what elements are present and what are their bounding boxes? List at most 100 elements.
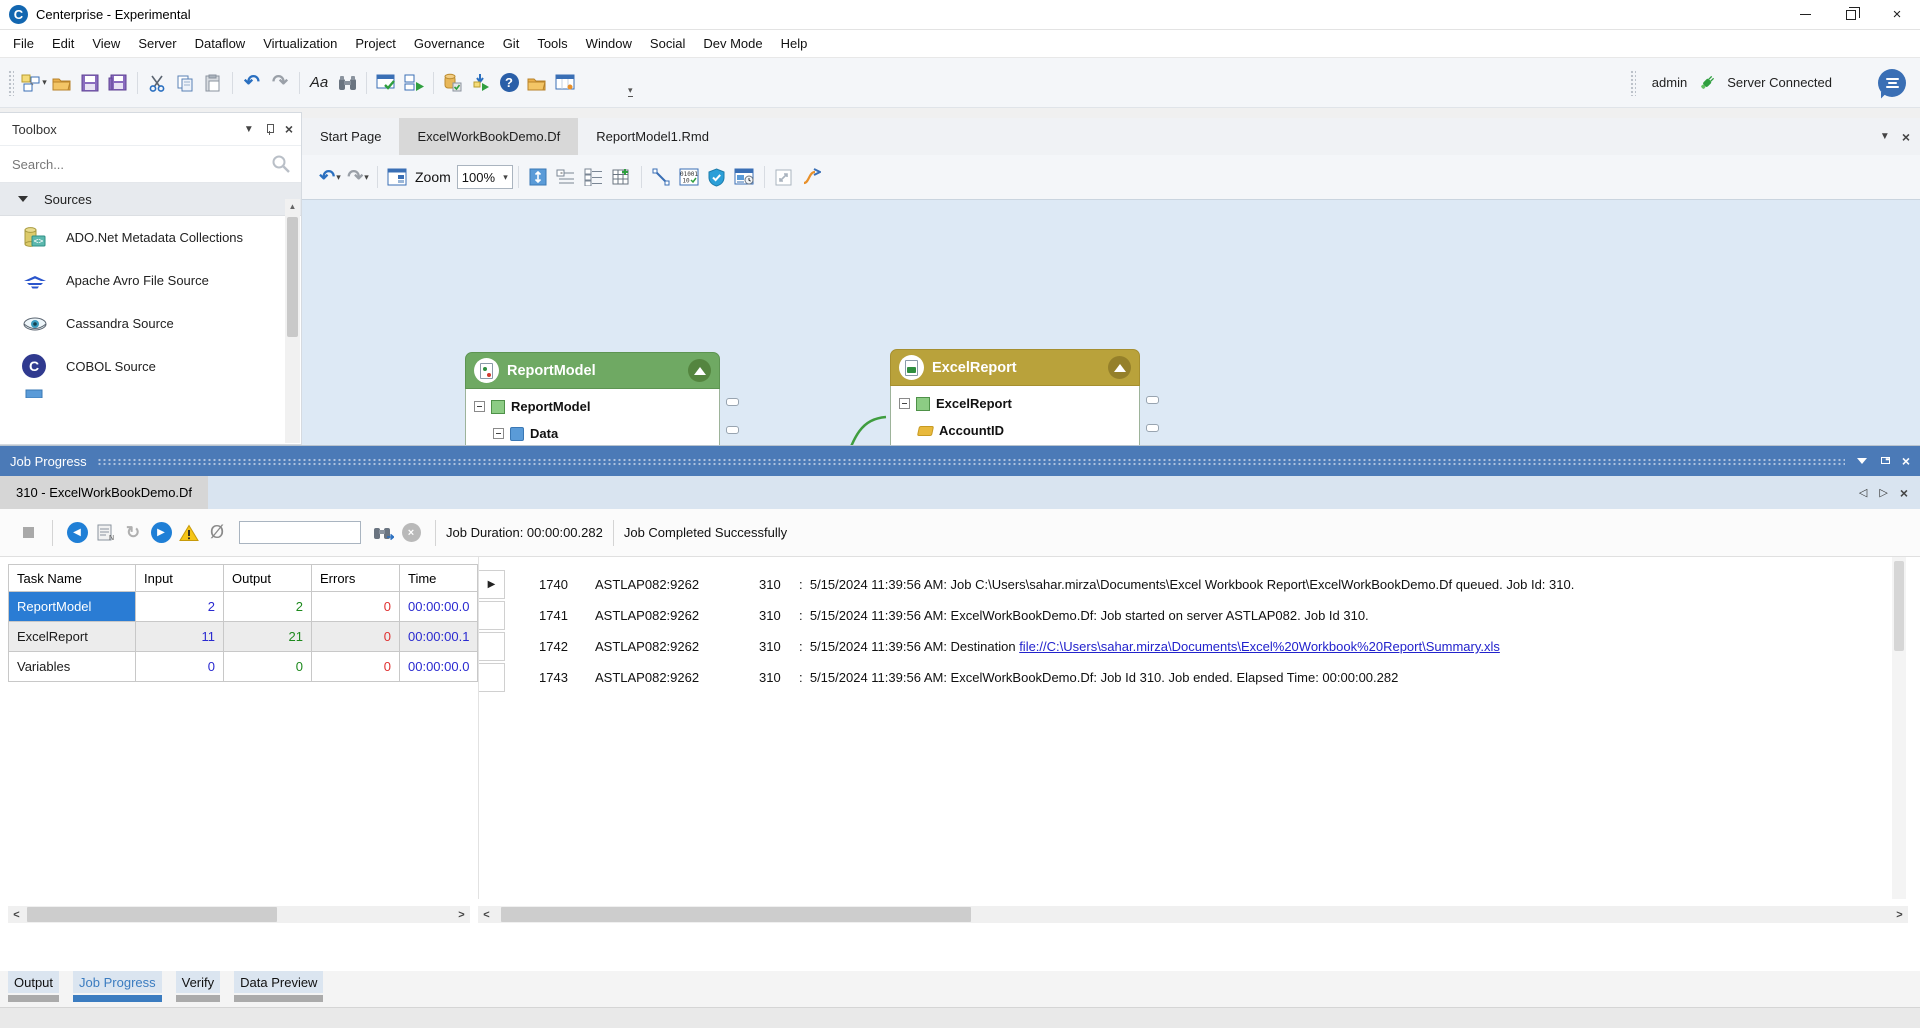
menu-social[interactable]: Social xyxy=(641,30,694,57)
tab-close-icon[interactable]: × xyxy=(1902,130,1910,144)
clear-search-button[interactable]: × xyxy=(397,519,425,547)
node-reportmodel[interactable]: ReportModel ReportModel Data xyxy=(465,352,720,445)
tab-verify[interactable]: Verify xyxy=(176,971,221,1002)
log-horizontal-scrollbar[interactable]: < > xyxy=(478,906,1908,923)
table-row-variables[interactable]: Variables 0 0 0 00:00:00.0 xyxy=(9,652,478,682)
toolbox-search-input[interactable] xyxy=(12,157,271,172)
node-collapse-button[interactable] xyxy=(1108,356,1131,379)
tab-job-progress[interactable]: Job Progress xyxy=(73,971,162,1002)
toolbox-scrollbar[interactable]: ▲ xyxy=(285,199,300,443)
open-button[interactable] xyxy=(48,69,76,97)
warnings-button[interactable] xyxy=(175,519,203,547)
minimize-button[interactable] xyxy=(1782,0,1828,29)
node-tree-row[interactable]: ExcelReport xyxy=(899,390,1133,417)
scrollbar-thumb[interactable] xyxy=(501,907,971,922)
view-log-button[interactable]: N xyxy=(91,519,119,547)
autosize-button[interactable] xyxy=(524,163,552,191)
toolbar-overflow-button[interactable]: ▾ xyxy=(628,86,633,97)
tab-start-page[interactable]: Start Page xyxy=(302,118,399,155)
toolbox-item-ado-net[interactable]: <> ADO.Net Metadata Collections xyxy=(0,216,301,259)
link-tool-button[interactable] xyxy=(647,163,675,191)
toolbox-item-cobol[interactable]: C COBOL Source xyxy=(0,345,301,388)
menu-help[interactable]: Help xyxy=(772,30,817,57)
scroll-up-icon[interactable]: ▲ xyxy=(285,199,300,214)
scroll-left-icon[interactable]: < xyxy=(8,906,25,923)
stop-job-button[interactable] xyxy=(14,519,42,547)
scrollbar-thumb[interactable] xyxy=(1894,561,1904,651)
output-port[interactable] xyxy=(726,398,739,406)
log-row[interactable]: 1741 ASTLAP082:9262 310 : 5/15/2024 11:3… xyxy=(479,600,1906,631)
clear-errors-button[interactable]: Ø xyxy=(203,519,231,547)
close-button[interactable]: × xyxy=(1874,0,1920,29)
expander-icon[interactable] xyxy=(899,398,910,409)
log-row[interactable]: 1743 ASTLAP082:9262 310 : 5/15/2024 11:3… xyxy=(479,662,1906,693)
open-project-button[interactable] xyxy=(523,69,551,97)
scrollbar-thumb[interactable] xyxy=(287,217,298,337)
import-button[interactable] xyxy=(467,69,495,97)
output-port[interactable] xyxy=(726,426,739,434)
next-button[interactable]: ▶ xyxy=(147,519,175,547)
preview-raw-data-button[interactable]: 0100110 xyxy=(675,163,703,191)
node-tree-row[interactable]: ReportModel xyxy=(474,393,713,420)
undo-button[interactable]: ↶ xyxy=(238,69,266,97)
table-horizontal-scrollbar[interactable]: < > xyxy=(8,906,470,923)
help-button[interactable]: ? xyxy=(495,69,523,97)
paste-button[interactable] xyxy=(199,69,227,97)
tab-list-caret-icon[interactable]: ▼ xyxy=(1880,131,1890,142)
previous-button[interactable]: ◀ xyxy=(63,519,91,547)
menu-git[interactable]: Git xyxy=(494,30,529,57)
menu-virtualization[interactable]: Virtualization xyxy=(254,30,346,57)
menu-governance[interactable]: Governance xyxy=(405,30,494,57)
job-tab-close-icon[interactable]: × xyxy=(1900,486,1908,500)
panel-pin-icon[interactable] xyxy=(1879,456,1890,467)
scroll-right-icon[interactable]: > xyxy=(1891,906,1908,923)
job-schedule-button[interactable] xyxy=(731,163,759,191)
menu-project[interactable]: Project xyxy=(346,30,404,57)
chat-button[interactable] xyxy=(1878,69,1906,97)
verify-dataflow-button[interactable] xyxy=(372,69,400,97)
collapse-nodes-button[interactable] xyxy=(580,163,608,191)
destination-file-link[interactable]: file://C:\Users\sahar.mirza\Documents\Ex… xyxy=(1019,639,1500,654)
toolbox-item-cassandra[interactable]: Cassandra Source xyxy=(0,302,301,345)
job-tab[interactable]: 310 - ExcelWorkBookDemo.Df xyxy=(0,476,208,509)
table-row-reportmodel[interactable]: ReportModel 2 2 0 00:00:00.0 xyxy=(9,592,478,622)
tab-scroll-right-icon[interactable]: ▷ xyxy=(1879,486,1887,499)
tab-excelworkbookdemo[interactable]: ExcelWorkBookDemo.Df xyxy=(399,118,578,155)
menu-window[interactable]: Window xyxy=(577,30,641,57)
menu-file[interactable]: File xyxy=(4,30,43,57)
toolbox-item-partial[interactable] xyxy=(0,388,301,402)
panel-menu-caret-icon[interactable] xyxy=(1857,458,1867,464)
log-search-input[interactable] xyxy=(239,521,361,544)
menu-dataflow[interactable]: Dataflow xyxy=(186,30,255,57)
menu-server[interactable]: Server xyxy=(129,30,185,57)
expander-icon[interactable] xyxy=(474,401,485,412)
tab-data-preview[interactable]: Data Preview xyxy=(234,971,323,1002)
find-in-log-button[interactable] xyxy=(369,519,397,547)
find-button[interactable] xyxy=(333,69,361,97)
zoom-select[interactable]: 100% ▾ xyxy=(457,165,513,189)
log-row[interactable]: 1742 ASTLAP082:9262 310 : 5/15/2024 11:3… xyxy=(479,631,1906,662)
canvas-redo-button[interactable]: ↷▾ xyxy=(344,163,372,191)
expand-nodes-button[interactable] xyxy=(552,163,580,191)
node-tree-row[interactable]: AccountID xyxy=(899,417,1133,444)
node-excelreport[interactable]: ExcelReport ExcelReport AccountID xyxy=(890,349,1140,445)
cut-button[interactable] xyxy=(143,69,171,97)
resize-document-button[interactable] xyxy=(770,163,798,191)
database-write-button[interactable] xyxy=(439,69,467,97)
toolbar-grip[interactable] xyxy=(8,70,14,96)
font-style-button[interactable]: Aa xyxy=(305,69,333,97)
toolbox-pin-icon[interactable] xyxy=(264,124,275,135)
reroute-links-button[interactable] xyxy=(798,163,826,191)
node-collapse-button[interactable] xyxy=(688,359,711,382)
scroll-left-icon[interactable]: < xyxy=(478,906,495,923)
menu-view[interactable]: View xyxy=(83,30,129,57)
menu-dev-mode[interactable]: Dev Mode xyxy=(694,30,771,57)
log-row[interactable]: ▶ 1740 ASTLAP082:9262 310 : 5/15/2024 11… xyxy=(479,569,1906,600)
new-dataflow-button[interactable]: ▾ xyxy=(20,69,48,97)
toolbox-section-sources[interactable]: Sources xyxy=(0,183,301,216)
job-progress-title-bar[interactable]: Job Progress × xyxy=(0,446,1920,476)
toolbox-item-avro[interactable]: Apache Avro File Source xyxy=(0,259,301,302)
verify-shield-button[interactable] xyxy=(703,163,731,191)
refresh-button[interactable]: ↻ xyxy=(119,519,147,547)
table-row-excelreport[interactable]: ExcelReport 11 21 0 00:00:00.1 xyxy=(9,622,478,652)
